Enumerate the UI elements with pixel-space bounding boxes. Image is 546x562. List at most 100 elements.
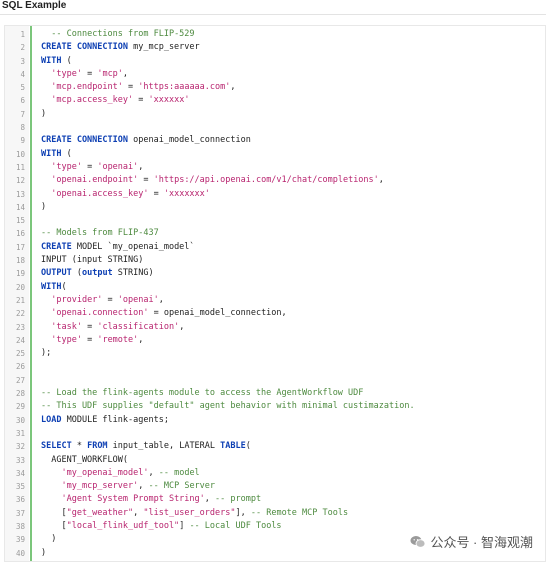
sql-token: = bbox=[122, 82, 139, 93]
code-text: 'type' = 'openai', bbox=[41, 161, 143, 174]
panel-title: SQL Example bbox=[2, 0, 67, 11]
sql-token: , bbox=[138, 334, 144, 345]
sql-keyword: CREATE CONNECTION bbox=[41, 42, 128, 53]
line-number: 40 bbox=[15, 548, 25, 558]
line-number: 33 bbox=[15, 455, 25, 465]
code-text: ) bbox=[41, 547, 46, 560]
code-line: 18 INPUT (input STRING) bbox=[5, 254, 545, 267]
code-line: 6 'mcp.access_key' = 'xxxxxx' bbox=[5, 94, 545, 107]
sql-string: 'openai.endpoint' bbox=[51, 175, 139, 186]
code-text: 'Agent System Prompt String', -- prompt bbox=[41, 493, 261, 506]
sql-string: 'provider' bbox=[51, 294, 103, 305]
code-line: 4 'type' = 'mcp', bbox=[5, 68, 545, 81]
line-number: 38 bbox=[15, 521, 25, 531]
sql-string: 'openai.access_key' bbox=[51, 188, 149, 199]
sql-string: 'https:aaaaaa.com' bbox=[138, 82, 231, 93]
line-number: 6 bbox=[20, 96, 25, 106]
code-block[interactable]: 1 -- Connections from FLIP-529 2 CREATE CO… bbox=[4, 25, 546, 562]
sql-string: 'mcp.endpoint' bbox=[51, 82, 123, 93]
sql-token: ] bbox=[179, 520, 190, 531]
line-number: 20 bbox=[15, 282, 25, 292]
sql-keyword: CREATE CONNECTION bbox=[41, 135, 128, 146]
line-number: 13 bbox=[15, 189, 25, 199]
sql-token: = bbox=[102, 294, 118, 305]
code-text: -- Models from FLIP-437 bbox=[41, 227, 159, 240]
sql-string: 'xxxxxxx' bbox=[163, 188, 210, 199]
line-number: 19 bbox=[15, 269, 25, 279]
code-text: 'type' = 'remote', bbox=[41, 334, 143, 347]
code-text: 'mcp.access_key' = 'xxxxxx' bbox=[41, 94, 189, 107]
line-number: 23 bbox=[15, 322, 25, 332]
sql-token: ( bbox=[245, 441, 251, 452]
line-number: 39 bbox=[15, 535, 25, 545]
line-number: 1 bbox=[20, 30, 25, 39]
code-text: -- Connections from FLIP-529 bbox=[41, 28, 194, 41]
code-line: 5 'mcp.endpoint' = 'https:aaaaaa.com', bbox=[5, 81, 545, 94]
line-number: 10 bbox=[15, 149, 25, 159]
code-line: 2 CREATE CONNECTION my_mcp_server bbox=[5, 41, 545, 54]
line-number: 3 bbox=[20, 56, 25, 66]
code-text: 'openai.access_key' = 'xxxxxxx' bbox=[41, 188, 210, 201]
sql-token: ) bbox=[41, 547, 47, 558]
sql-string: 'openai.connection' bbox=[51, 308, 149, 319]
code-line: 17 CREATE MODEL `my_openai_model` bbox=[5, 241, 545, 254]
code-text: -- This UDF supplies "default" agent beh… bbox=[41, 400, 415, 413]
line-number: 15 bbox=[15, 216, 25, 226]
sql-keyword: CREATE bbox=[41, 241, 72, 252]
line-number: 2 bbox=[20, 43, 25, 53]
sql-token: STRING) bbox=[112, 268, 154, 279]
sql-token: = bbox=[81, 161, 98, 172]
code-line: 25); bbox=[5, 347, 545, 360]
code-text: ); bbox=[41, 347, 51, 360]
code-line: 13 'openai.access_key' = 'xxxxxxx' bbox=[5, 188, 545, 201]
line-number: 18 bbox=[15, 256, 25, 266]
line-number: 25 bbox=[15, 349, 25, 359]
code-line: 28 -- Load the flink-agents module to acc… bbox=[5, 387, 545, 400]
sql-string: 'openai' bbox=[117, 294, 159, 305]
sql-string: 'https://api.openai.com/v1/chat/completi… bbox=[153, 175, 379, 186]
sql-comment: -- Local UDF Tools bbox=[189, 520, 282, 531]
sql-token: my_mcp_server bbox=[128, 42, 200, 53]
sql-keyword: WITH bbox=[41, 281, 62, 292]
sql-string: "local_flink_udf_tool" bbox=[66, 520, 180, 531]
code-text: 'openai.connection' = openai_model_conne… bbox=[41, 307, 287, 320]
sql-token: = bbox=[81, 334, 98, 345]
sql-string: 'type' bbox=[51, 334, 82, 345]
code-text: SELECT * FROM input_table, LATERAL TABLE… bbox=[41, 440, 251, 453]
watermark: 公众号 · 智海观潮 bbox=[407, 531, 536, 552]
line-number: 4 bbox=[20, 69, 25, 79]
line-number: 22 bbox=[15, 309, 25, 319]
sql-token: ( bbox=[61, 148, 72, 159]
code-text: 'openai.endpoint' = 'https://api.openai.… bbox=[41, 174, 384, 187]
sql-token: ); bbox=[41, 348, 52, 359]
code-line: 8 bbox=[5, 121, 545, 134]
sql-token: ) bbox=[41, 108, 47, 119]
code-line: 10 WITH ( bbox=[5, 148, 545, 161]
code-text: INPUT (input STRING) bbox=[41, 254, 143, 267]
line-number: 12 bbox=[15, 176, 25, 186]
line-number: 7 bbox=[20, 109, 25, 119]
sql-string: 'xxxxxx' bbox=[148, 95, 190, 106]
sql-token: , bbox=[204, 494, 216, 505]
code-text: WITH ( bbox=[41, 148, 72, 161]
code-text: ) bbox=[41, 533, 56, 546]
sql-keyword: SELECT bbox=[41, 441, 72, 452]
sql-comment: -- Remote MCP Tools bbox=[250, 507, 349, 518]
sql-token: ], bbox=[235, 507, 251, 518]
code-text: WITH ( bbox=[41, 55, 72, 68]
code-line: 15 bbox=[5, 214, 545, 227]
line-number: 29 bbox=[15, 402, 25, 412]
line-number: 34 bbox=[15, 468, 25, 478]
code-text: OUTPUT (output STRING) bbox=[41, 267, 154, 280]
code-line: 3 WITH ( bbox=[5, 55, 545, 68]
line-number: 8 bbox=[20, 123, 25, 133]
sql-token: ( bbox=[71, 268, 82, 279]
sql-token: = openai_model_connection, bbox=[148, 308, 287, 319]
sql-comment: -- Load the flink-agents module to acces… bbox=[41, 388, 364, 399]
code-text: CREATE CONNECTION my_mcp_server bbox=[41, 41, 200, 54]
